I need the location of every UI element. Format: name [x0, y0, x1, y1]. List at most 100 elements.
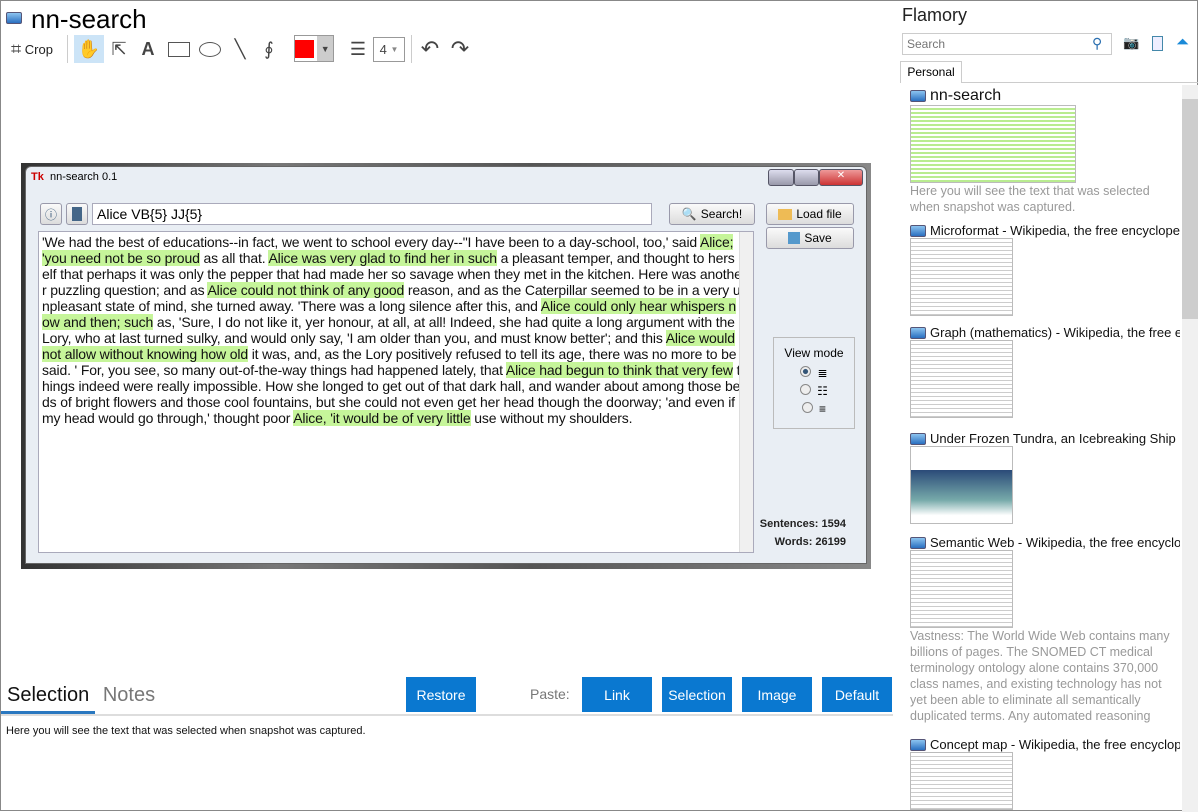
- tk-icon: Tk: [31, 171, 44, 183]
- collapse-icon[interactable]: ⏶: [1176, 34, 1189, 52]
- load-file-label: Load file: [796, 207, 842, 221]
- restore-button[interactable]: Restore: [406, 677, 476, 712]
- card-thumbnail: [910, 446, 1013, 524]
- text-segment: it was, and, as the Lory positively refu…: [247, 346, 737, 362]
- match-highlight: Alice could not think of any good: [207, 282, 405, 298]
- app-icon: [910, 432, 926, 445]
- query-input[interactable]: Alice VB{5} JJ{5}: [92, 203, 652, 225]
- scrollbar-thumb[interactable]: [1182, 99, 1198, 319]
- divider: [411, 35, 412, 63]
- freehand-tool[interactable]: ∮: [256, 35, 282, 63]
- view-mode-list[interactable]: ☷: [774, 384, 854, 398]
- view-mode-paragraph[interactable]: ≣: [774, 366, 854, 380]
- text-line: 'you need not be so proud as all that. A…: [42, 250, 735, 266]
- sidebar-scrollbar[interactable]: [1182, 85, 1198, 812]
- scrollbar[interactable]: [739, 232, 753, 552]
- paste-link-button[interactable]: Link: [582, 677, 652, 712]
- card-title-text: Microformat - Wikipedia, the free encycl…: [930, 223, 1180, 238]
- snapshot-card[interactable]: Concept map - Wikipedia, the free encycl…: [910, 737, 1180, 810]
- load-file-button[interactable]: Load file: [766, 203, 854, 225]
- card-title-text: Graph (mathematics) - Wikipedia, the fre…: [930, 325, 1180, 340]
- text-segment: a pleasant temper, and thought to hers: [496, 250, 735, 266]
- search-button[interactable]: 🔍 Search!: [669, 203, 755, 225]
- card-thumbnail: [910, 752, 1013, 810]
- camera-icon[interactable]: 📷: [1123, 35, 1139, 51]
- text-line: ds of bright flowers and those cool foun…: [42, 394, 735, 410]
- line-icon: ╲: [234, 38, 246, 59]
- window-title: nn-search 0.1: [50, 171, 118, 183]
- paste-default-button[interactable]: Default: [822, 677, 892, 712]
- search-icon[interactable]: ⚲: [1092, 35, 1102, 52]
- divider: [67, 35, 68, 63]
- close-icon: ✕: [836, 170, 846, 181]
- list-icon: ☷: [817, 384, 828, 398]
- text-segment: Lory, who at last turned sulky, and woul…: [42, 330, 666, 346]
- text-segment: as, 'Sure, I do not like it, yer honour,…: [153, 314, 735, 330]
- card-title-text: Semantic Web - Wikipedia, the free encyc…: [930, 535, 1180, 550]
- card-title: Semantic Web - Wikipedia, the free encyc…: [910, 535, 1180, 550]
- word-count: Words: 26199: [774, 536, 846, 548]
- text-segment: 'We had the best of educations--in fact,…: [42, 234, 701, 250]
- info-button[interactable]: ⓘ: [40, 203, 62, 225]
- line-tool[interactable]: ╲: [227, 35, 253, 63]
- color-picker[interactable]: ▼: [294, 35, 334, 62]
- card-title-text: nn-search: [930, 87, 1002, 104]
- undo-button[interactable]: ↶: [417, 35, 443, 63]
- card-description: Here you will see the text that was sele…: [910, 184, 1150, 214]
- match-highlight: Alice, 'it would be of very little: [293, 410, 471, 426]
- text-line: r puzzling question; and as Alice could …: [42, 282, 741, 298]
- line-width-icon: ☰: [349, 38, 367, 59]
- divider: [962, 82, 1198, 83]
- book-button[interactable]: [66, 203, 88, 225]
- card-thumbnail: [910, 238, 1013, 316]
- text-tool[interactable]: A: [135, 35, 161, 63]
- rectangle-tool[interactable]: [165, 35, 193, 63]
- hand-tool[interactable]: ✋: [74, 35, 104, 63]
- match-highlight: 'you need not be so proud: [42, 250, 200, 266]
- sidebar-search-input[interactable]: [902, 33, 1112, 55]
- close-button[interactable]: ✕: [819, 169, 863, 186]
- tab-personal[interactable]: Personal: [900, 61, 962, 83]
- crop-icon: ⌗: [11, 38, 22, 59]
- redo-button[interactable]: ↷: [447, 35, 473, 63]
- view-mode-compact[interactable]: ≡: [774, 402, 854, 416]
- tab-selection[interactable]: Selection: [1, 684, 96, 714]
- text-line: ow and then; such as, 'Sure, I do not li…: [42, 314, 735, 330]
- save-button[interactable]: Save: [766, 227, 854, 249]
- snapshot-card[interactable]: nn-search Here you will see the text tha…: [910, 87, 1180, 215]
- select-tool[interactable]: ⇱: [106, 35, 132, 63]
- chevron-down-icon: ▼: [390, 45, 399, 54]
- app-icon: [6, 12, 22, 24]
- snapshot-card[interactable]: Microformat - Wikipedia, the free encycl…: [910, 223, 1180, 316]
- minimize-button[interactable]: [768, 169, 794, 186]
- text-segment: npleasant state of mind, she turned away…: [42, 298, 541, 314]
- text-line: hings indeed were really impossible. How…: [42, 378, 740, 394]
- view-mode-label: View mode: [784, 346, 844, 360]
- card-title-text: Concept map - Wikipedia, the free encycl…: [930, 737, 1180, 752]
- ellipse-tool[interactable]: [196, 35, 224, 63]
- text-segment: elf that perhaps it was only the pepper …: [42, 266, 742, 282]
- match-highlight: not allow without knowing how old: [42, 346, 248, 362]
- snapshot-card[interactable]: Graph (mathematics) - Wikipedia, the fre…: [910, 325, 1180, 418]
- text-icon: A: [141, 38, 155, 59]
- text-line: my head would go through,' thought poor …: [42, 410, 735, 426]
- text-line: 'We had the best of educations--in fact,…: [42, 234, 735, 250]
- snapshot-card[interactable]: Semantic Web - Wikipedia, the free encyc…: [910, 535, 1180, 724]
- search-label: Search!: [700, 207, 743, 221]
- text-segment: my head would go through,' thought poor: [42, 410, 294, 426]
- document-icon[interactable]: [1152, 36, 1163, 51]
- tab-notes[interactable]: Notes: [103, 684, 155, 706]
- crop-button[interactable]: ⌗ Crop: [5, 35, 59, 63]
- maximize-button[interactable]: [794, 169, 819, 186]
- result-text[interactable]: 'We had the best of educations--in fact,…: [38, 231, 754, 553]
- card-title: Concept map - Wikipedia, the free encycl…: [910, 737, 1180, 752]
- color-swatch: [295, 39, 315, 58]
- line-width-select[interactable]: 4 ▼: [373, 37, 405, 62]
- match-highlight: Alice could only hear whispers n: [540, 298, 736, 314]
- paste-image-button[interactable]: Image: [742, 677, 812, 712]
- match-highlight: Alice would: [665, 330, 735, 346]
- snapshot-card[interactable]: Under Frozen Tundra, an Icebreaking Ship…: [910, 431, 1180, 524]
- paste-selection-button[interactable]: Selection: [662, 677, 732, 712]
- undo-icon: ↶: [420, 36, 440, 61]
- redo-icon: ↷: [450, 36, 470, 61]
